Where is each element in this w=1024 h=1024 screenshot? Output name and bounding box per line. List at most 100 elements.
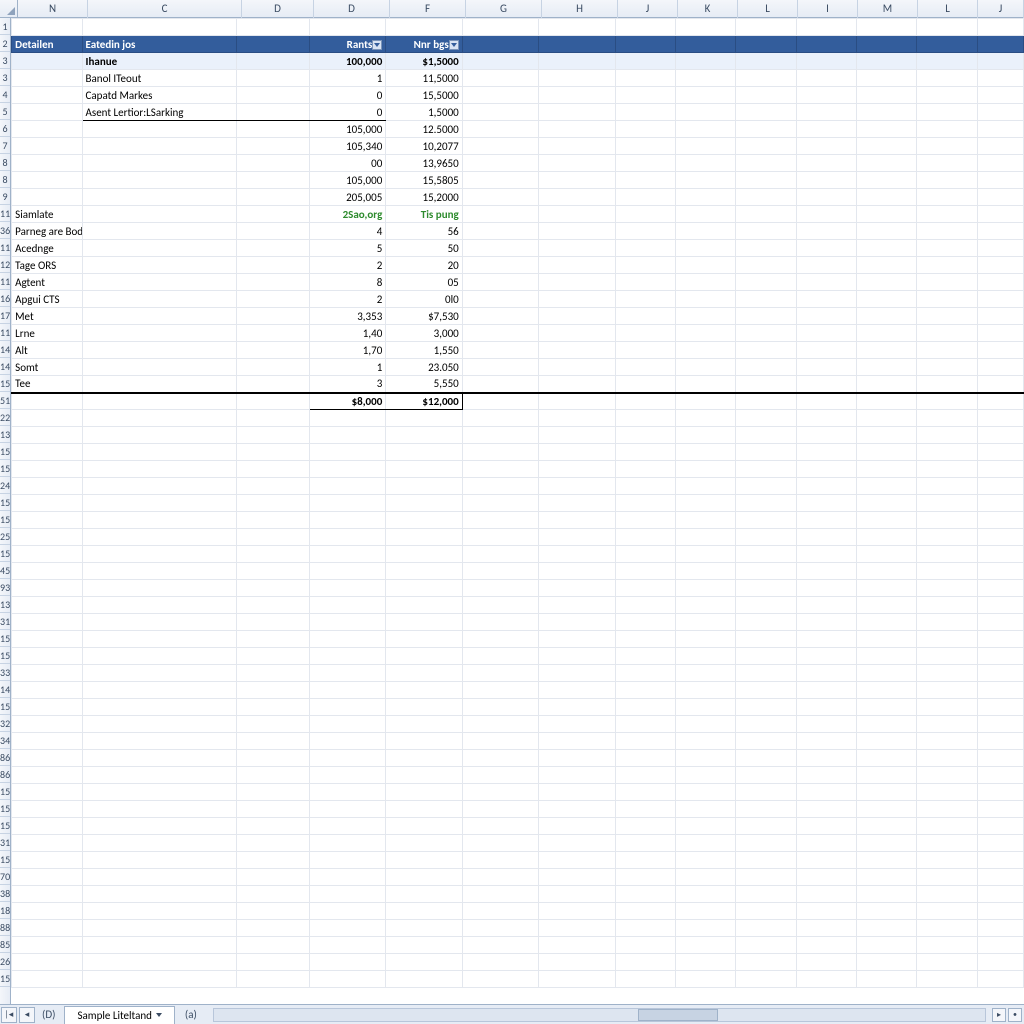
cell[interactable] <box>539 886 615 903</box>
cell[interactable] <box>856 444 916 461</box>
cell[interactable]: Detailen <box>12 36 82 53</box>
cell[interactable]: 3,353 <box>309 308 385 325</box>
cell[interactable] <box>977 801 1023 818</box>
cell[interactable] <box>82 648 237 665</box>
cell[interactable] <box>615 716 675 733</box>
cell[interactable] <box>736 648 796 665</box>
cell[interactable] <box>462 648 538 665</box>
cell[interactable] <box>539 342 615 359</box>
cell[interactable] <box>82 478 237 495</box>
cell[interactable] <box>237 920 309 937</box>
cell[interactable] <box>615 172 675 189</box>
cell[interactable] <box>856 529 916 546</box>
cell[interactable] <box>462 87 538 104</box>
cell[interactable] <box>386 410 462 427</box>
cell[interactable] <box>462 920 538 937</box>
cell[interactable] <box>12 172 82 189</box>
cell[interactable] <box>675 359 735 376</box>
cell[interactable] <box>615 614 675 631</box>
cell[interactable] <box>675 206 735 223</box>
cell[interactable] <box>856 206 916 223</box>
cell[interactable] <box>539 240 615 257</box>
cell[interactable] <box>796 19 856 36</box>
cell[interactable] <box>237 53 309 70</box>
row-header[interactable]: 15 <box>0 817 10 834</box>
cell[interactable] <box>917 682 977 699</box>
cell[interactable] <box>386 427 462 444</box>
cell[interactable] <box>796 971 856 988</box>
cell[interactable] <box>539 19 615 36</box>
cell[interactable] <box>796 699 856 716</box>
cell[interactable]: 3 <box>309 376 385 393</box>
row-header[interactable]: 15 <box>0 630 10 647</box>
cell[interactable] <box>977 733 1023 750</box>
cell[interactable] <box>675 172 735 189</box>
cell[interactable] <box>856 376 916 393</box>
cell[interactable] <box>386 903 462 920</box>
cell[interactable] <box>12 393 82 410</box>
cell[interactable] <box>237 206 309 223</box>
cell[interactable] <box>309 750 385 767</box>
cell[interactable] <box>736 427 796 444</box>
cell[interactable] <box>796 716 856 733</box>
cell[interactable] <box>539 495 615 512</box>
cell[interactable] <box>675 138 735 155</box>
cell[interactable] <box>917 597 977 614</box>
cell[interactable] <box>977 155 1023 172</box>
cell[interactable] <box>796 223 856 240</box>
cell[interactable] <box>237 87 309 104</box>
cell[interactable] <box>12 716 82 733</box>
row-header[interactable]: 3 <box>0 52 10 69</box>
cell[interactable] <box>796 954 856 971</box>
cell[interactable] <box>12 461 82 478</box>
cell[interactable] <box>917 869 977 886</box>
cell[interactable] <box>462 342 538 359</box>
cell[interactable] <box>736 240 796 257</box>
cell[interactable] <box>615 699 675 716</box>
cell[interactable] <box>539 291 615 308</box>
cell[interactable] <box>977 138 1023 155</box>
row-header[interactable]: 8 <box>0 171 10 188</box>
worksheet-table[interactable]: DetailenEatedin josRantsNnr bgsIhanue100… <box>11 18 1024 988</box>
cell[interactable]: 3,000 <box>386 325 462 342</box>
cell[interactable] <box>82 614 237 631</box>
cell[interactable] <box>237 325 309 342</box>
cell[interactable] <box>917 376 977 393</box>
cell[interactable] <box>309 852 385 869</box>
cell[interactable] <box>856 903 916 920</box>
row-header[interactable]: 12 <box>0 256 10 273</box>
cell[interactable]: 2 <box>309 291 385 308</box>
cell[interactable] <box>856 325 916 342</box>
cell[interactable] <box>82 869 237 886</box>
cell[interactable] <box>675 512 735 529</box>
cell[interactable] <box>237 903 309 920</box>
cell[interactable] <box>462 376 538 393</box>
cell[interactable] <box>237 954 309 971</box>
cell[interactable] <box>615 19 675 36</box>
cell[interactable] <box>675 478 735 495</box>
cell[interactable] <box>462 767 538 784</box>
cell[interactable] <box>736 954 796 971</box>
cell[interactable] <box>736 716 796 733</box>
cell[interactable] <box>917 954 977 971</box>
cell[interactable]: Tis pung <box>386 206 462 223</box>
cell[interactable] <box>237 121 309 138</box>
cell[interactable] <box>917 920 977 937</box>
cell[interactable] <box>917 274 977 291</box>
cell[interactable] <box>917 614 977 631</box>
cell[interactable] <box>82 342 237 359</box>
row-header[interactable]: 22 <box>0 409 10 426</box>
cell[interactable] <box>796 104 856 121</box>
cell[interactable]: 1,40 <box>309 325 385 342</box>
cell[interactable] <box>977 308 1023 325</box>
cell[interactable] <box>796 648 856 665</box>
cell[interactable]: Tage ORS <box>12 257 82 274</box>
row-header[interactable]: 15 <box>0 375 10 392</box>
cell[interactable] <box>539 699 615 716</box>
cell[interactable] <box>977 189 1023 206</box>
cell[interactable] <box>237 886 309 903</box>
cell[interactable] <box>12 529 82 546</box>
cell[interactable] <box>856 767 916 784</box>
cell[interactable] <box>736 444 796 461</box>
cell[interactable] <box>386 971 462 988</box>
